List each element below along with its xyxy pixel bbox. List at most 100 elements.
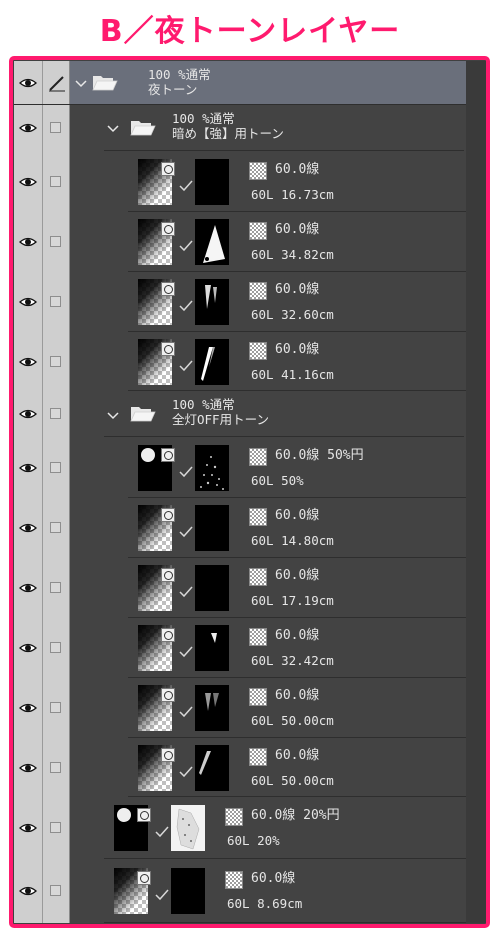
- tone-pattern-icon: [225, 808, 243, 826]
- layer-row[interactable]: 60.0線 60L 32.42cm: [14, 618, 466, 678]
- eye-icon[interactable]: [19, 173, 37, 191]
- layer-row[interactable]: 60.0線 60L 32.60cm: [14, 272, 466, 332]
- layer-row-folder-yoru-tone[interactable]: 100 %通常 夜トーン: [14, 61, 466, 105]
- check-icon[interactable]: [179, 766, 193, 778]
- eye-icon[interactable]: [19, 459, 37, 477]
- scrollbar-track[interactable]: [466, 61, 486, 923]
- chevron-down-icon[interactable]: [107, 124, 119, 134]
- tone-setting: 60.0線 20%円: [251, 808, 340, 823]
- tone-pattern-icon: [225, 871, 243, 889]
- folder-icon: [130, 121, 156, 136]
- layer-mask-thumbnail: [195, 339, 229, 385]
- tone-layer-badge: [137, 808, 151, 822]
- layer-row[interactable]: 60.0線 60L 14.80cm: [14, 498, 466, 558]
- layer-info: 60L 20%: [227, 833, 280, 848]
- check-icon[interactable]: [179, 586, 193, 598]
- layer-row-folder-group1[interactable]: 100 %通常 暗め【強】用トーン: [14, 106, 466, 151]
- check-icon[interactable]: [179, 240, 193, 252]
- layer-row[interactable]: 60.0線 20%円 60L 20%: [14, 797, 466, 859]
- lock-checkbox[interactable]: [50, 702, 61, 713]
- layer-info: 60L 32.42cm: [251, 653, 334, 668]
- eye-icon[interactable]: [19, 882, 37, 900]
- lock-checkbox[interactable]: [50, 122, 61, 133]
- layer-panel: 100 %通常 夜トーン 100 %通常 暗め【強】用トーン 100 %通常 全…: [14, 61, 486, 923]
- tone-pattern-icon: [249, 748, 267, 766]
- layer-info: 60L 17.19cm: [251, 593, 334, 608]
- layer-row[interactable]: 60.0線 50%円 60L 50%: [14, 438, 466, 498]
- eye-icon[interactable]: [19, 353, 37, 371]
- lock-checkbox[interactable]: [50, 408, 61, 419]
- check-icon[interactable]: [179, 300, 193, 312]
- chevron-down-icon[interactable]: [75, 79, 87, 89]
- tone-layer-badge: [137, 871, 151, 885]
- folder-name: 暗め【強】用トーン: [172, 126, 284, 141]
- tone-setting: 60.0線: [275, 342, 320, 357]
- eye-icon[interactable]: [19, 405, 37, 423]
- lock-checkbox[interactable]: [50, 176, 61, 187]
- eye-icon[interactable]: [19, 819, 37, 837]
- eye-icon[interactable]: [19, 759, 37, 777]
- tone-setting: 60.0線: [275, 222, 320, 237]
- eye-icon[interactable]: [19, 579, 37, 597]
- tone-pattern-icon: [249, 628, 267, 646]
- tone-pattern-icon: [249, 282, 267, 300]
- pen-icon: [49, 76, 65, 92]
- layer-row[interactable]: 60.0線 60L 16.73cm: [14, 152, 466, 212]
- tone-pattern-icon: [249, 568, 267, 586]
- lock-checkbox[interactable]: [50, 236, 61, 247]
- lock-checkbox[interactable]: [50, 762, 61, 773]
- check-icon[interactable]: [179, 360, 193, 372]
- check-icon[interactable]: [179, 180, 193, 192]
- row-divider: [104, 150, 464, 151]
- check-icon[interactable]: [179, 706, 193, 718]
- check-icon[interactable]: [179, 646, 193, 658]
- row-divider: [14, 104, 466, 105]
- eye-icon[interactable]: [19, 233, 37, 251]
- tone-pattern-icon: [249, 222, 267, 240]
- eye-icon[interactable]: [19, 699, 37, 717]
- row-divider: [128, 390, 466, 391]
- tone-setting: 60.0線: [275, 628, 320, 643]
- layer-info: 60L 16.73cm: [251, 187, 334, 202]
- eye-icon[interactable]: [19, 519, 37, 537]
- layer-mask-thumbnail: [195, 445, 229, 491]
- layer-row[interactable]: 60.0線 60L 8.69cm: [14, 859, 466, 923]
- lock-checkbox[interactable]: [50, 822, 61, 833]
- check-icon[interactable]: [179, 466, 193, 478]
- tone-layer-badge: [161, 568, 175, 582]
- circle-tone-icon: [117, 808, 131, 822]
- eye-icon[interactable]: [19, 119, 37, 137]
- layer-mask-thumbnail: [195, 159, 229, 205]
- tone-setting: 60.0線: [275, 282, 320, 297]
- lock-checkbox[interactable]: [50, 296, 61, 307]
- layer-row-folder-group2[interactable]: 100 %通常 全灯OFF用トーン: [14, 391, 466, 437]
- layer-row[interactable]: 60.0線 60L 50.00cm: [14, 678, 466, 738]
- tone-layer-badge: [161, 162, 175, 176]
- layer-mask-thumbnail: [195, 505, 229, 551]
- eye-icon[interactable]: [19, 293, 37, 311]
- chevron-down-icon[interactable]: [107, 411, 119, 421]
- check-icon[interactable]: [155, 826, 169, 838]
- layer-row[interactable]: 60.0線 60L 50.00cm: [14, 738, 466, 797]
- layer-info: 60L 50%: [251, 473, 304, 488]
- lock-checkbox[interactable]: [50, 642, 61, 653]
- eye-icon[interactable]: [19, 74, 37, 92]
- check-icon[interactable]: [179, 526, 193, 538]
- lock-checkbox[interactable]: [50, 885, 61, 896]
- tone-setting: 60.0線: [251, 871, 296, 886]
- tone-layer-badge: [161, 448, 175, 462]
- layer-mask-thumbnail: [195, 625, 229, 671]
- tone-layer-badge: [161, 688, 175, 702]
- lock-checkbox[interactable]: [50, 582, 61, 593]
- row-selected-bg: [70, 61, 466, 105]
- layer-row[interactable]: 60.0線 60L 34.82cm: [14, 212, 466, 272]
- lock-checkbox[interactable]: [50, 462, 61, 473]
- layer-row[interactable]: 60.0線 60L 17.19cm: [14, 558, 466, 618]
- layer-row[interactable]: 60.0線 60L 41.16cm: [14, 332, 466, 391]
- check-icon[interactable]: [155, 889, 169, 901]
- lock-checkbox[interactable]: [50, 356, 61, 367]
- tone-setting: 60.0線: [275, 748, 320, 763]
- layer-info: 60L 41.16cm: [251, 367, 334, 382]
- eye-icon[interactable]: [19, 639, 37, 657]
- lock-checkbox[interactable]: [50, 522, 61, 533]
